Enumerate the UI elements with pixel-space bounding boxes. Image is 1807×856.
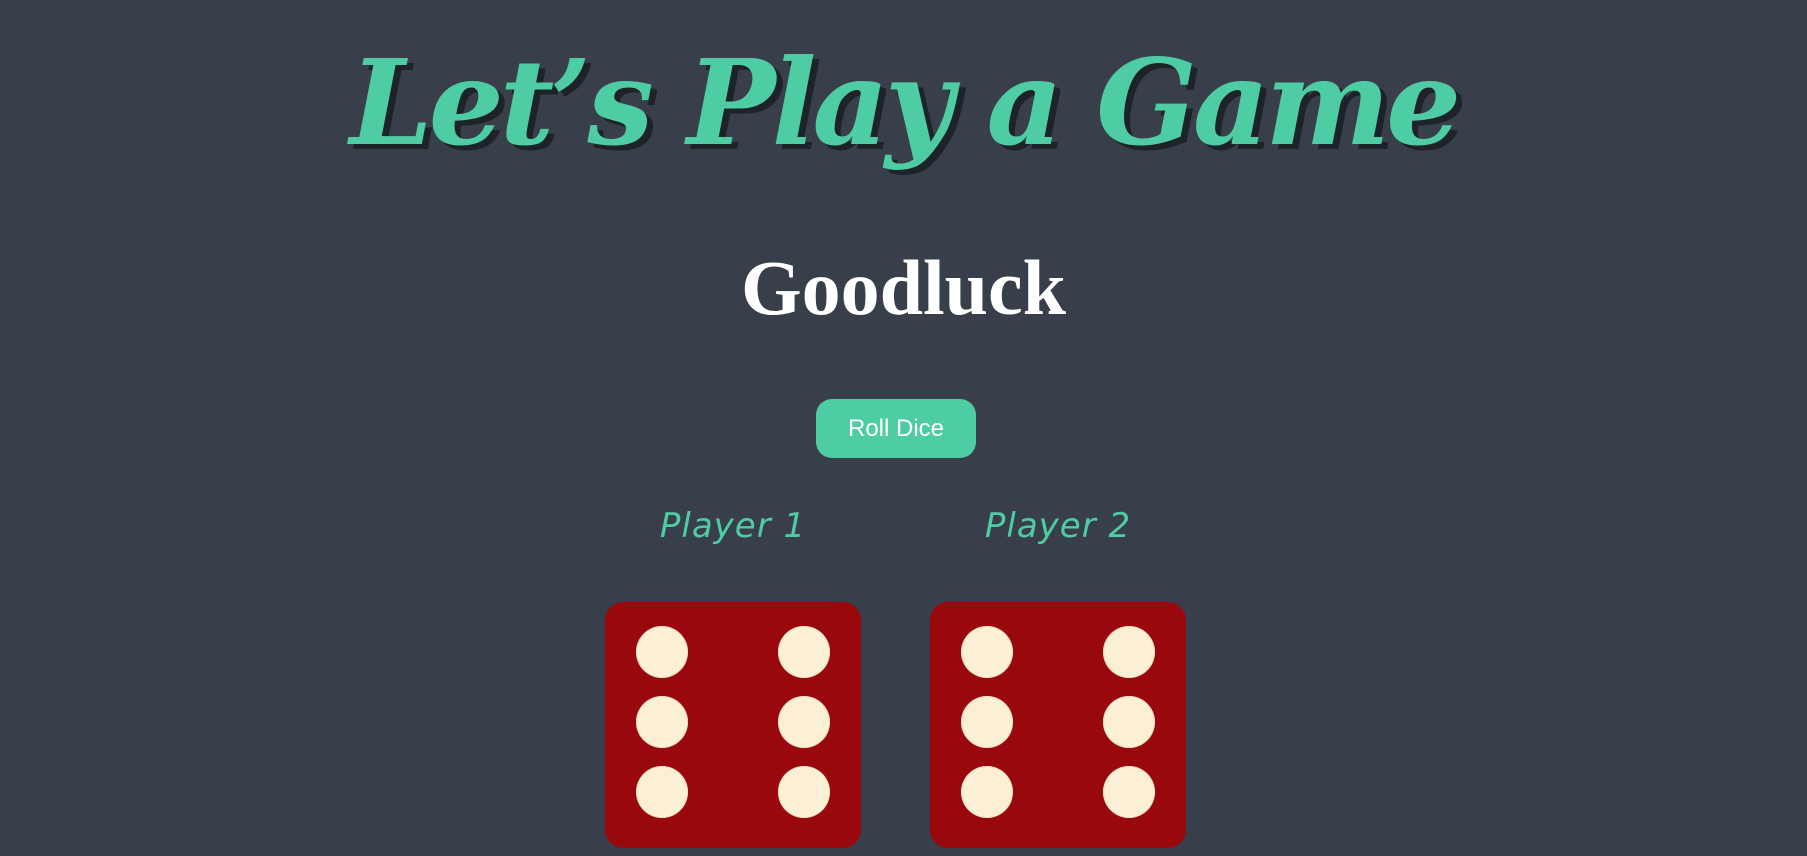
die-pip — [778, 766, 830, 818]
status-message: Goodluck — [740, 244, 1067, 331]
die-pip — [1103, 626, 1155, 678]
die-pip — [778, 626, 830, 678]
player-2-label: Player 2 — [984, 506, 1132, 546]
die-pip — [961, 766, 1013, 818]
die-pip — [1103, 696, 1155, 748]
player-2-panel: Player 2 — [930, 496, 1186, 848]
player-2-die-icon — [930, 602, 1186, 848]
die-pip — [636, 696, 688, 748]
player-1-panel: Player 1 — [605, 496, 861, 848]
page-title: Let’s Play a Game — [349, 33, 1462, 172]
roll-dice-button[interactable]: Roll Dice — [816, 399, 976, 458]
die-pip — [961, 696, 1013, 748]
player-1-die-icon — [605, 602, 861, 848]
die-pip — [636, 626, 688, 678]
die-pip — [778, 696, 830, 748]
die-pip — [961, 626, 1013, 678]
player-1-label: Player 1 — [659, 506, 807, 546]
die-pip — [636, 766, 688, 818]
die-pip — [1103, 766, 1155, 818]
